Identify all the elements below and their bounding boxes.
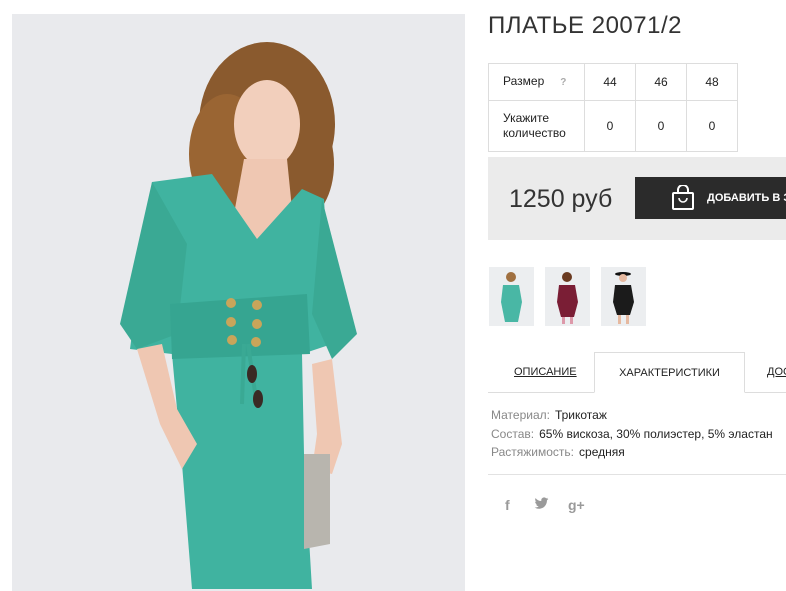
spec-key: Состав:: [491, 426, 535, 441]
size-48: 48: [686, 63, 738, 101]
product-tabs: ОПИСАНИЕ ХАРАКТЕРИСТИКИ ДОС: [488, 352, 786, 393]
spec-composition: Состав: 65% вискоза, 30% полиэстер, 5% эл…: [491, 427, 773, 446]
model-illustration: [12, 14, 465, 591]
thumb-burgundy[interactable]: [545, 267, 590, 326]
size-label: Размер: [503, 74, 545, 88]
product-photo[interactable]: [12, 14, 465, 591]
spec-value: 65% вискоза, 30% полиэстер, 5% эластан: [539, 426, 773, 441]
quantity-label-line1: Укажите: [503, 111, 550, 125]
shopping-bag-icon: [671, 184, 695, 214]
tab-delivery[interactable]: ДОС: [767, 352, 786, 393]
thumb-black[interactable]: [601, 267, 646, 326]
twitter-icon[interactable]: [534, 497, 549, 513]
size-44: 44: [584, 63, 636, 101]
quantity-input-44[interactable]: 0: [607, 119, 614, 133]
google-plus-icon[interactable]: g+: [568, 497, 585, 513]
spec-key: Растяжимость:: [491, 445, 575, 459]
size-46: 46: [635, 63, 687, 101]
price-bar: 1250 руб ДОБАВИТЬ В З: [488, 157, 786, 240]
characteristics-list: Материал: Трикотаж Состав: 65% вискоза, 30…: [491, 408, 773, 464]
spec-stretch: Растяжимость: средняя: [491, 445, 773, 464]
spec-value: средняя: [579, 445, 625, 459]
thumb-mint[interactable]: [489, 267, 534, 326]
quantity-label: Укажите количество: [488, 100, 585, 152]
tab-description[interactable]: ОПИСАНИЕ: [514, 352, 577, 393]
divider: [488, 474, 786, 475]
quantity-input-48[interactable]: 0: [709, 119, 716, 133]
quantity-label-line2: количество: [503, 126, 566, 140]
spec-value: Трикотаж: [554, 408, 607, 422]
quantity-input-46[interactable]: 0: [658, 119, 665, 133]
add-to-cart-button[interactable]: ДОБАВИТЬ В З: [635, 177, 786, 219]
spec-key: Материал:: [491, 408, 550, 422]
facebook-icon[interactable]: f: [505, 497, 510, 513]
size-table: Размер? 44 46 48 Укажите количество 0 0 …: [488, 63, 738, 152]
size-label-cell: Размер?: [488, 63, 585, 101]
price: 1250 руб: [509, 185, 613, 213]
add-to-cart-label: ДОБАВИТЬ В З: [707, 192, 786, 204]
product-title: ПЛАТЬЕ 20071/2: [488, 12, 682, 39]
help-icon[interactable]: ?: [560, 77, 566, 88]
spec-material: Материал: Трикотаж: [491, 408, 773, 427]
tab-characteristics[interactable]: ХАРАКТЕРИСТИКИ: [594, 352, 745, 393]
